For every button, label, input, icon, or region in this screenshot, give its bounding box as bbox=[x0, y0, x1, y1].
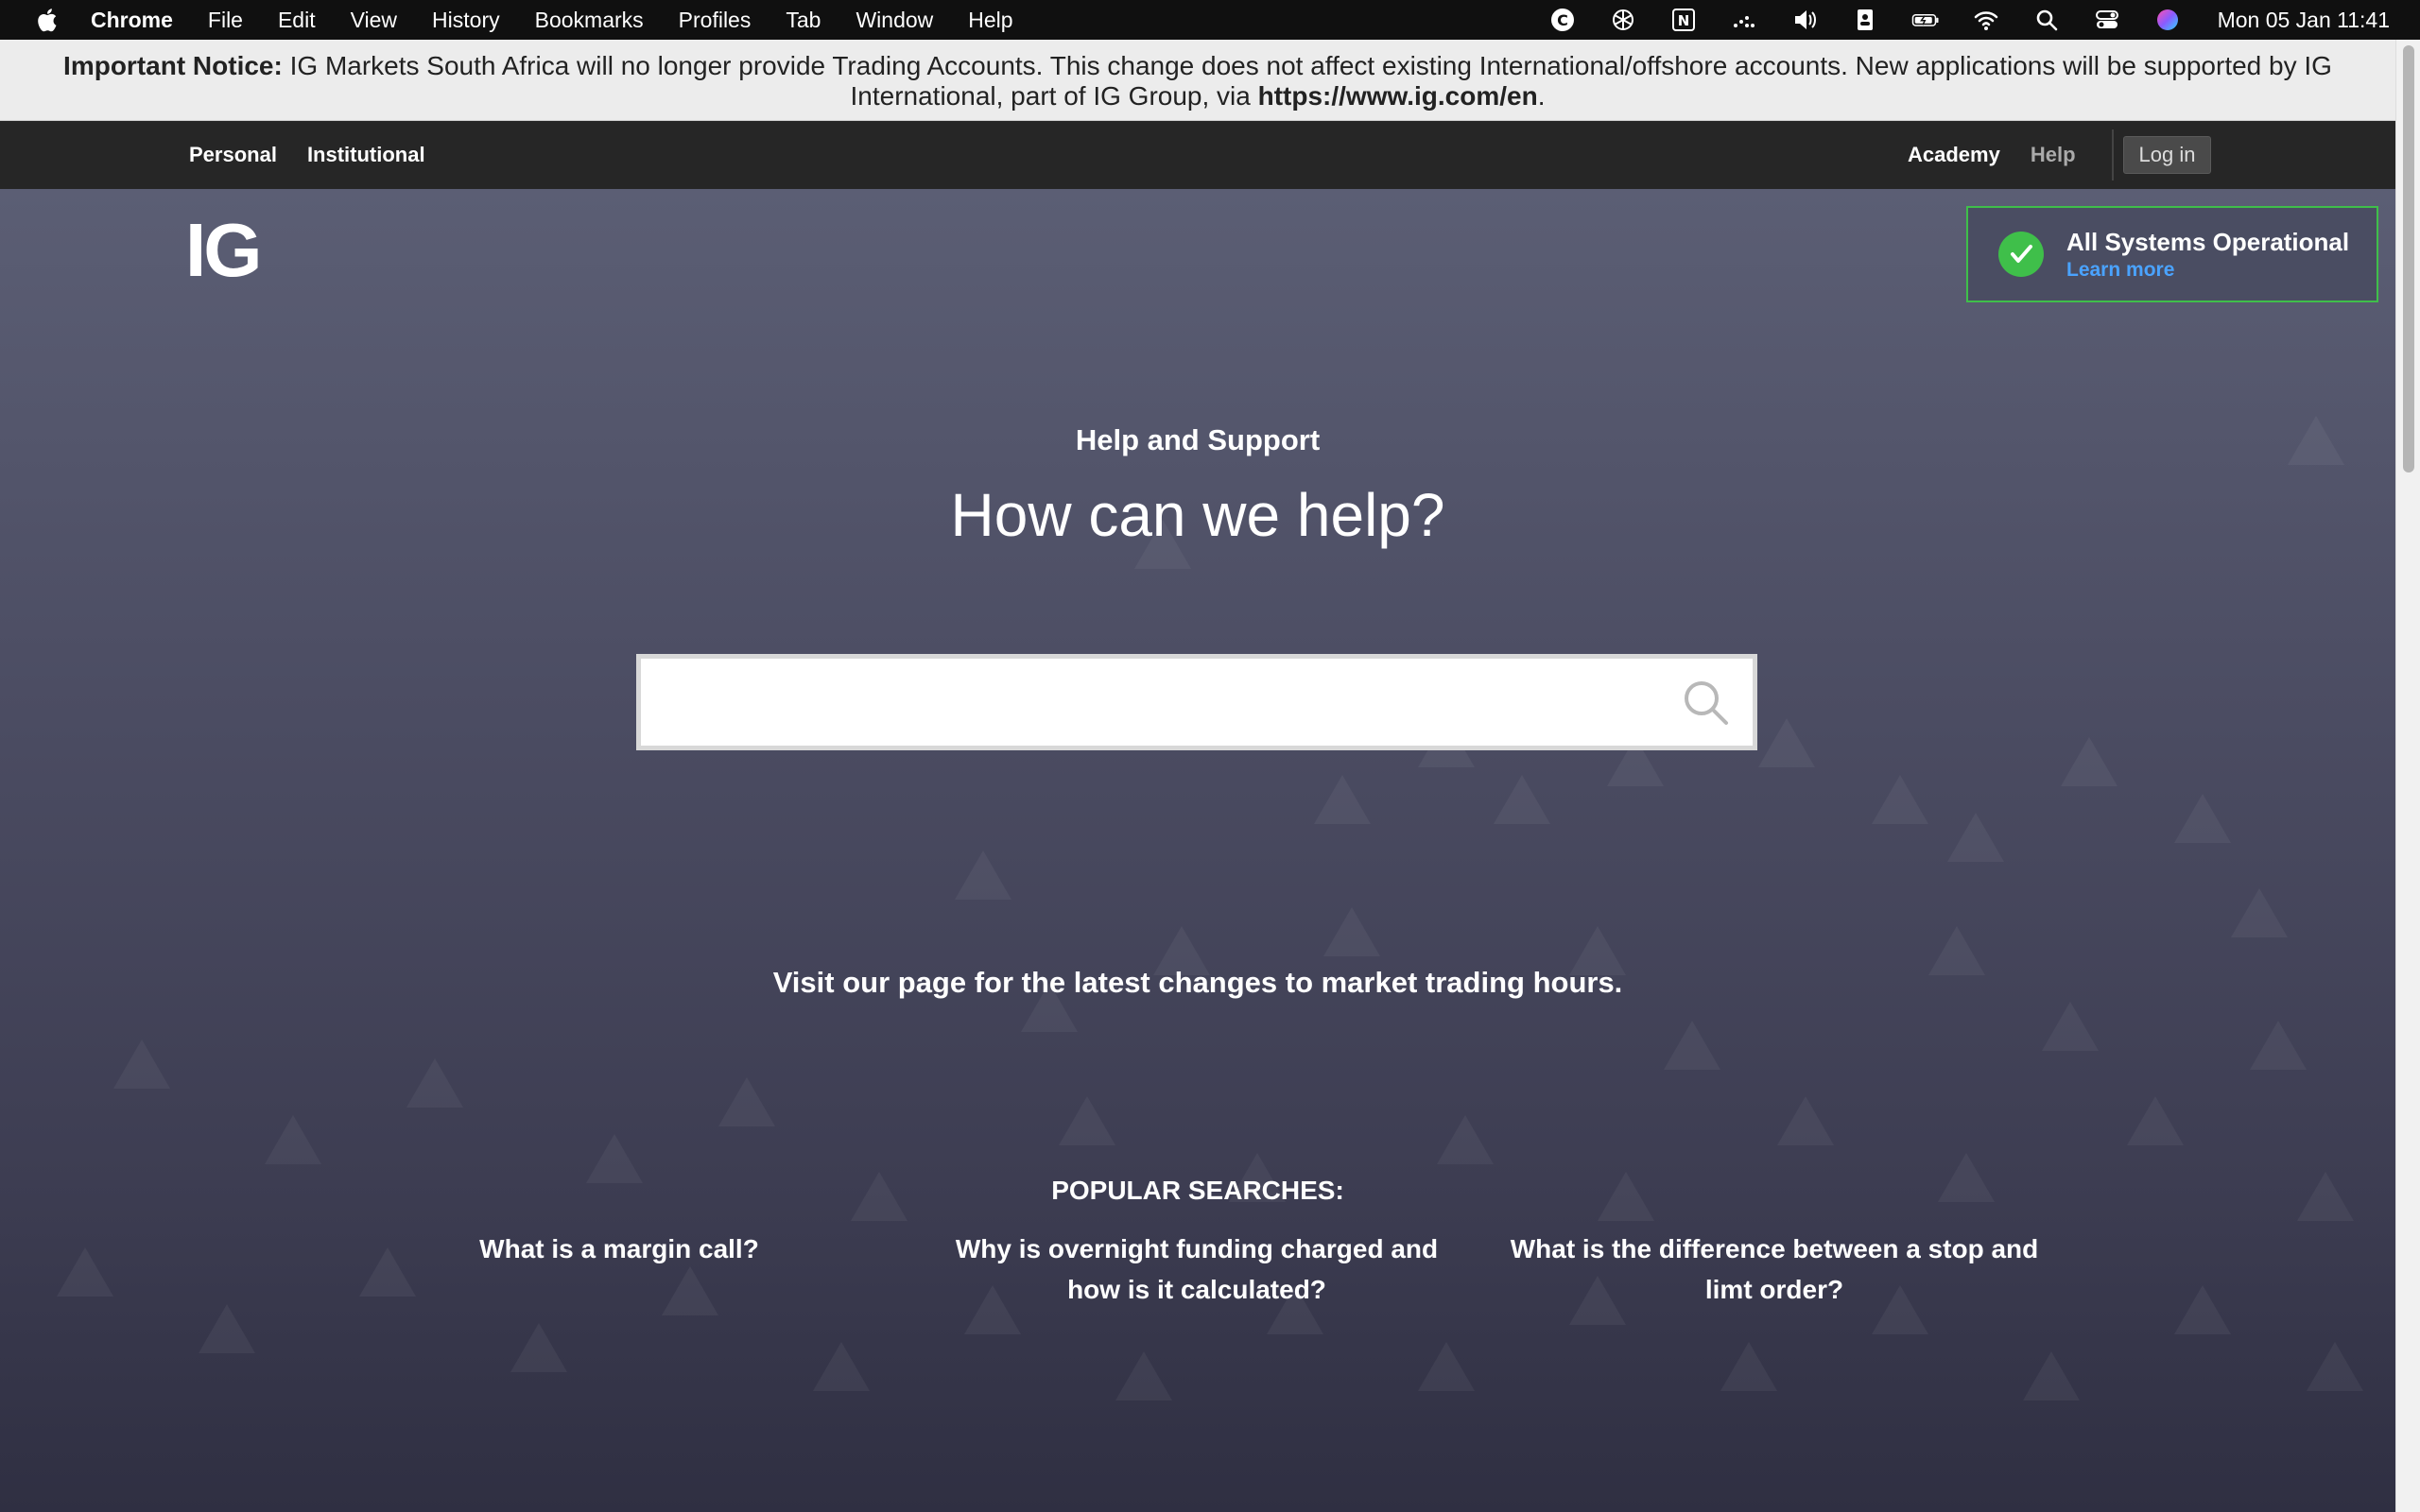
menu-edit[interactable]: Edit bbox=[278, 8, 316, 33]
search-icon[interactable] bbox=[1681, 678, 1730, 727]
ig-logo[interactable]: IG bbox=[185, 213, 262, 288]
wifi-icon[interactable] bbox=[1972, 6, 2000, 34]
spotlight-search-icon[interactable] bbox=[2032, 6, 2061, 34]
control-center-icon[interactable] bbox=[2093, 6, 2121, 34]
status-title: All Systems Operational bbox=[2066, 227, 2350, 256]
notice-end: . bbox=[1537, 81, 1546, 111]
menu-tab[interactable]: Tab bbox=[786, 8, 821, 33]
help-and-support-kicker: Help and Support bbox=[1075, 423, 1321, 456]
popular-search-item[interactable]: What is a margin call? bbox=[354, 1228, 884, 1269]
contact-card-icon[interactable] bbox=[1851, 6, 1879, 34]
nav-academy[interactable]: Academy bbox=[1908, 143, 2000, 167]
page-title: How can we help? bbox=[950, 481, 1445, 549]
macos-menu-bar: Chrome File Edit View History Bookmarks … bbox=[0, 0, 2420, 40]
web-page: Important Notice: IG Markets South Afric… bbox=[0, 40, 2395, 1512]
menu-app-chrome[interactable]: Chrome bbox=[91, 8, 173, 33]
help-hero: IG All Systems Operational Learn more He… bbox=[0, 189, 2395, 1512]
login-button[interactable]: Log in bbox=[2122, 136, 2212, 174]
menu-profiles[interactable]: Profiles bbox=[679, 8, 752, 33]
popular-search-item[interactable]: What is the difference between a stop an… bbox=[1510, 1228, 2039, 1310]
trading-hours-link[interactable]: Visit our page for the latest changes to… bbox=[0, 966, 2395, 1000]
checkmark-icon bbox=[1998, 232, 2044, 277]
menu-file[interactable]: File bbox=[208, 8, 243, 33]
menu-view[interactable]: View bbox=[351, 8, 397, 33]
search-input[interactable] bbox=[641, 659, 1662, 746]
page-scrollbar[interactable] bbox=[2395, 40, 2420, 1512]
apple-icon[interactable] bbox=[34, 7, 59, 33]
notice-label: Important Notice: bbox=[63, 51, 283, 80]
nav-separator bbox=[2111, 129, 2114, 180]
top-navigation: Personal Institutional Academy Help Log … bbox=[0, 121, 2395, 189]
c-app-icon[interactable]: C bbox=[1548, 6, 1577, 34]
menu-help[interactable]: Help bbox=[968, 8, 1012, 33]
learn-more-link[interactable]: Learn more bbox=[2066, 259, 2349, 282]
activity-dots-icon[interactable] bbox=[1730, 6, 1758, 34]
nav-institutional[interactable]: Institutional bbox=[307, 143, 425, 167]
menu-bookmarks[interactable]: Bookmarks bbox=[535, 8, 644, 33]
important-notice-banner: Important Notice: IG Markets South Afric… bbox=[0, 40, 2395, 121]
nav-help[interactable]: Help bbox=[2031, 143, 2076, 167]
siri-icon[interactable] bbox=[2153, 6, 2182, 34]
openai-icon[interactable] bbox=[1609, 6, 1637, 34]
nav-personal[interactable]: Personal bbox=[189, 143, 277, 167]
notice-link[interactable]: https://www.ig.com/en bbox=[1258, 81, 1538, 111]
menubar-clock[interactable]: Mon 05 Jan 11:41 bbox=[2218, 8, 2390, 33]
scrollbar-thumb[interactable] bbox=[2403, 45, 2414, 472]
system-status-panel: All Systems Operational Learn more bbox=[1966, 206, 2378, 302]
notion-icon[interactable]: N bbox=[1669, 6, 1698, 34]
volume-icon[interactable] bbox=[1790, 6, 1819, 34]
popular-search-item[interactable]: Why is overnight funding charged and how… bbox=[932, 1228, 1461, 1310]
battery-icon[interactable] bbox=[1911, 6, 1940, 34]
menu-history[interactable]: History bbox=[432, 8, 500, 33]
search-box bbox=[636, 654, 1757, 750]
svg-text:C: C bbox=[1557, 11, 1568, 29]
popular-searches-title: POPULAR SEARCHES: bbox=[1051, 1176, 1344, 1205]
menu-window[interactable]: Window bbox=[856, 8, 933, 33]
svg-text:N: N bbox=[1677, 12, 1689, 29]
